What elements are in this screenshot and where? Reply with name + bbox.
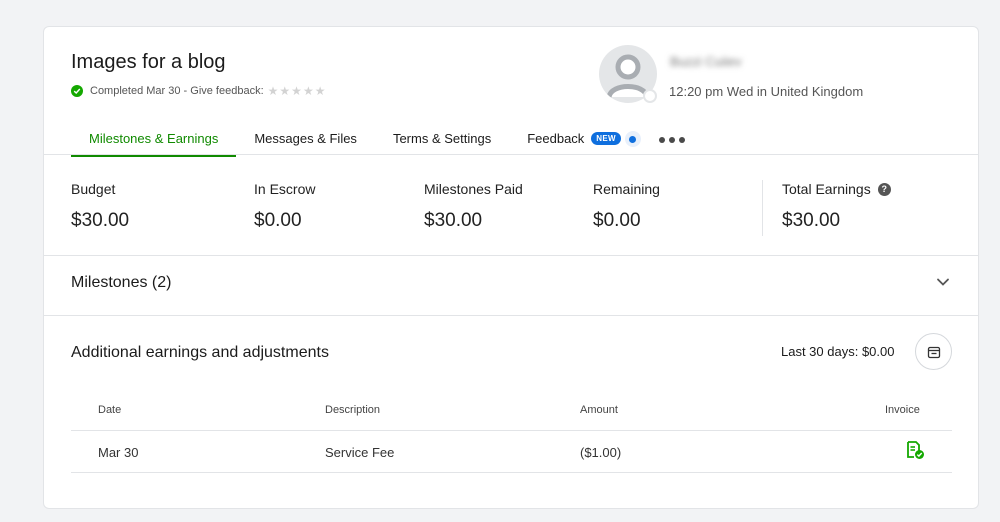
last-30-days-total: Last 30 days: $0.00 (781, 344, 895, 359)
help-icon[interactable]: ? (877, 182, 891, 196)
column-header-amount: Amount (580, 404, 618, 416)
stat-total-earnings: Total Earnings ? $30.00 (782, 181, 891, 232)
star-icon[interactable]: ★ (279, 85, 290, 97)
table-row-divider (71, 472, 952, 473)
tab-feedback[interactable]: Feedback NEW (509, 125, 649, 157)
table-header-divider (71, 430, 952, 431)
star-icon[interactable]: ★ (291, 85, 302, 97)
more-options-icon[interactable] (649, 125, 695, 143)
tab-milestones-earnings[interactable]: Milestones & Earnings (71, 125, 237, 157)
star-icon[interactable]: ★ (315, 85, 326, 97)
contract-tabs: Milestones & Earnings Messages & Files T… (71, 125, 695, 157)
user-local-time: 12:20 pm Wed in United Kingdom (669, 84, 864, 99)
check-circle-icon (71, 85, 83, 97)
tab-terms-settings[interactable]: Terms & Settings (375, 125, 509, 157)
notification-dot-icon (624, 131, 641, 147)
row-amount: ($1.00) (580, 445, 622, 460)
user-name[interactable]: Buzzi Cuiiev (670, 54, 742, 69)
stats-divider (44, 255, 978, 256)
tabs-divider (44, 154, 978, 155)
row-description: Service Fee (325, 445, 395, 460)
contract-status: Completed Mar 30 - Give feedback: ★ ★ ★ … (71, 85, 326, 97)
star-icon[interactable]: ★ (268, 85, 279, 97)
column-header-invoice: Invoice (885, 404, 920, 416)
column-header-description: Description (325, 404, 381, 416)
row-date: Mar 30 (98, 445, 139, 460)
milestones-divider (44, 315, 978, 316)
online-status-icon (643, 89, 657, 103)
milestones-header[interactable]: Milestones (2) (71, 274, 171, 292)
feedback-stars[interactable]: ★ ★ ★ ★ ★ (268, 85, 327, 97)
adjustments-title: Additional earnings and adjustments (71, 344, 329, 361)
stat-in-escrow: In Escrow $0.00 (254, 181, 316, 231)
stat-budget: Budget $30.00 (71, 181, 130, 231)
stats-vertical-divider (762, 180, 763, 236)
calendar-button[interactable] (915, 333, 952, 370)
tab-messages-files[interactable]: Messages & Files (236, 125, 375, 157)
column-header-date: Date (98, 404, 122, 416)
new-badge: NEW (591, 132, 621, 145)
contract-card: Images for a blog Completed Mar 30 - Giv… (43, 26, 979, 509)
stat-remaining: Remaining $0.00 (593, 181, 660, 231)
status-text: Completed Mar 30 - Give feedback: (90, 85, 264, 97)
stat-milestones-paid: Milestones Paid $30.00 (424, 181, 523, 231)
calendar-icon (927, 346, 940, 358)
contract-title: Images for a blog (71, 51, 226, 73)
star-icon[interactable]: ★ (303, 85, 314, 97)
invoice-icon[interactable] (905, 440, 925, 460)
chevron-down-icon[interactable] (934, 273, 952, 291)
